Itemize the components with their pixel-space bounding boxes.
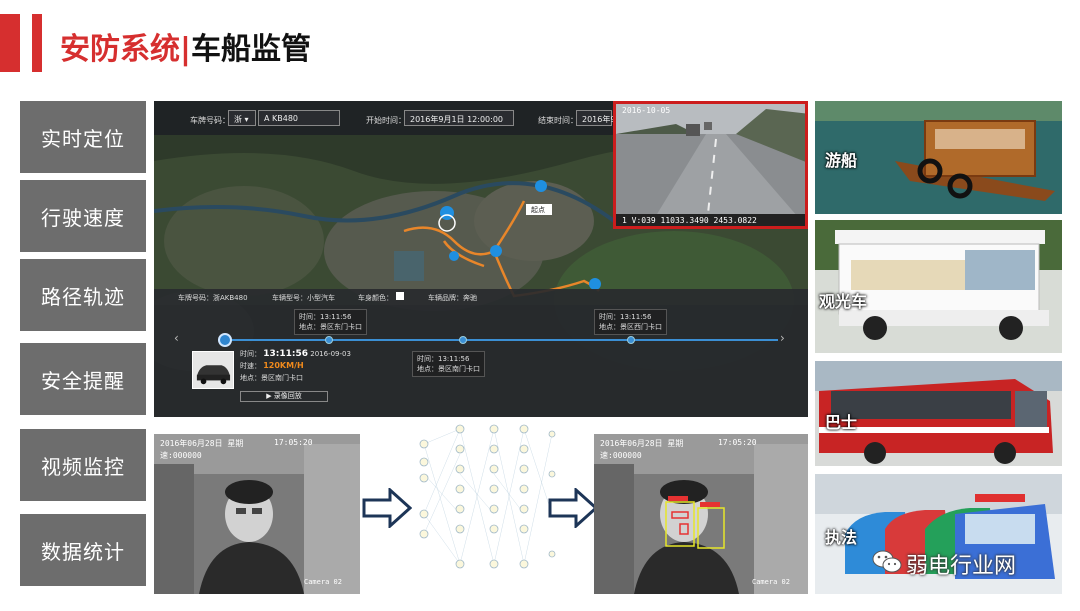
title-bar: 安防系统|车船监管 [0,14,1080,72]
cam-right-osd-speed: 速:000000 [600,451,642,460]
menu-item-video-monitor[interactable]: 视频监控 [20,429,146,501]
menu-item-realtime-location[interactable]: 实时定位 [20,101,146,173]
bus-camera-detected[interactable]: 2016年06月28日 星期 17:05:20 速:000000 Camera … [594,434,808,594]
current-time: 13:11:56 [263,349,309,359]
vehicle-label-boat: 游船 [825,151,858,170]
title-accent-block [0,14,20,72]
map-monitor-panel: 起点 车牌号码： 浙 ▾ A KB480 开始时间： 2016年9月1日 12:… [154,101,808,417]
info-color: 车身颜色： [358,294,393,302]
menu-item-route-track[interactable]: 路径轨迹 [20,259,146,331]
road-video-frame [616,104,805,226]
info-plate: 车牌号码：浙AKB480 [178,294,248,302]
timeline-current-marker[interactable] [218,333,232,347]
cam-left-osd-date: 2016年06月28日 星期 [160,439,244,448]
current-date: 2016-09-03 [310,350,351,358]
cam-left-osd-camera: Camera 02 [304,578,342,586]
timeline-track [218,339,778,341]
timeline-card: 时间：13:11:56 地点：景区东门卡口 [294,309,367,335]
arrow-right-icon [362,488,412,528]
title-separator: | [180,32,191,67]
end-time-input[interactable]: 2016年9月1日 [576,110,637,126]
map-start-point-label: 起点 [531,206,545,214]
speed-label: 时速： [240,362,261,370]
video-replay-button[interactable]: ▶ 录像回放 [240,391,328,402]
cam-right-osd-camera: Camera 02 [752,578,790,586]
timeline-card: 时间：13:11:56 地点：景区西门卡口 [594,309,667,335]
info-brand: 车辆品牌：奔驰 [428,294,477,302]
vehicle-info-strip: 车牌号码：浙AKB480 车辆型号：小型汽车 车身颜色： 车辆品牌：奔驰 [154,289,808,305]
province-select[interactable]: 浙 ▾ [228,110,256,126]
bus-camera-raw[interactable]: 2016年06月28日 星期 17:05:20 速:000000 Camera … [154,434,360,594]
vehicle-card-boat[interactable]: 游船 [815,101,1062,214]
sightseeing-cart-photo [815,220,1062,353]
timeline-point[interactable] [325,336,333,344]
title-accent-block [32,14,42,72]
color-swatch [396,292,404,300]
vehicle-label-sightseeing: 观光车 [819,292,868,311]
menu-item-data-statistics[interactable]: 数据统计 [20,514,146,586]
cam-left-osd-time: 17:05:20 [274,438,313,447]
cam-left-osd-speed: 速:000000 [160,451,202,460]
arrow-right-icon [548,488,598,528]
plate-input[interactable]: A KB480 [258,110,340,126]
current-place: 地点：景区南门卡口 [240,374,303,382]
timeline-prev-button[interactable]: ‹ [174,331,179,345]
timeline-panel: 时间：13:11:56 地点：景区东门卡口 时间：13:11:56 地点：景区南… [154,305,808,417]
wechat-icon [872,550,902,573]
vehicle-card-sightseeing[interactable]: 观光车 [815,220,1062,353]
menu-item-driving-speed[interactable]: 行驶速度 [20,180,146,252]
current-time-label: 时间： [240,350,261,358]
page-title: 安防系统|车船监管 [60,24,311,68]
timeline-point[interactable] [459,336,467,344]
timeline-point[interactable] [627,336,635,344]
cam-right-osd-time: 17:05:20 [718,438,757,447]
start-time-input[interactable]: 2016年9月1日 12:00:00 [404,110,514,126]
info-type: 车辆型号：小型汽车 [272,294,335,302]
timeline-next-button[interactable]: › [780,331,785,345]
video-osd-date: 2016-10-05 [622,106,671,115]
video-osd-coords: 1 V:039 11033.3490 2453.0822 [622,216,757,225]
timeline-card: 时间：13:11:56 地点：景区南门卡口 [412,351,485,377]
end-time-label: 结束时间： [538,116,578,125]
vehicle-photo [192,351,234,389]
current-speed: 120KM/H [263,361,304,370]
neural-network-diagram [419,424,556,569]
cam-right-osd-date: 2016年06月28日 星期 [600,439,684,448]
title-main: 安防系统 [60,32,180,67]
road-video-inset[interactable]: 2016-10-05 1 V:039 11033.3490 2453.0822 [613,101,808,229]
vehicle-label-bus: 巴士 [825,413,858,432]
vehicle-card-bus[interactable]: 巴士 [815,361,1062,466]
title-sub: 车船监管 [190,32,311,67]
vehicle-label-enforcement: 执法 [825,528,858,547]
start-time-label: 开始时间： [366,116,406,125]
current-vehicle-card: 时间： 13:11:56 2016-09-03 时速： 120KM/H 地点：景… [192,347,351,403]
plate-label: 车牌号码： [190,116,230,125]
menu-item-safety-alert[interactable]: 安全提醒 [20,343,146,415]
watermark-text: 弱电行业网 [906,554,1017,579]
